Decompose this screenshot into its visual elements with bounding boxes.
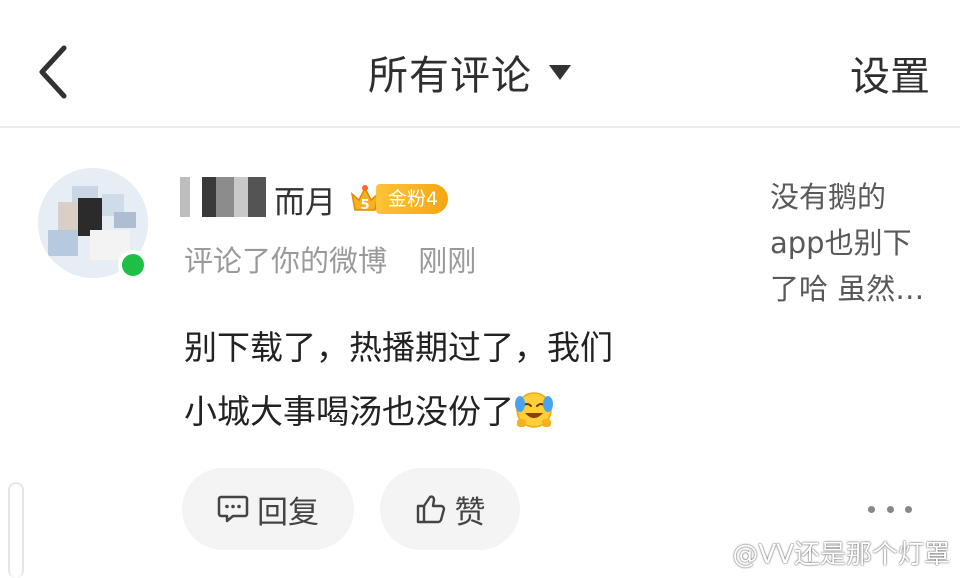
settings-button[interactable]: 设置 [850, 44, 930, 102]
reply-label: 回复 [257, 494, 319, 531]
redacted-name-mosaic [180, 176, 266, 217]
like-label: 赞 [454, 494, 486, 531]
fan-badge-label: 金粉4 [376, 184, 449, 214]
back-arrow-icon [39, 45, 67, 99]
watermark-text: @VV还是那个灯罩 [732, 539, 950, 570]
more-options-button[interactable] [868, 494, 912, 524]
reply-button[interactable]: 回复 [182, 468, 354, 550]
fan-level: 5 [360, 198, 369, 213]
action-text: 评论了你的微博 [184, 244, 388, 278]
username[interactable]: 而月 5 金粉4 [180, 176, 449, 222]
page-title: 所有评论 [368, 53, 532, 99]
comment-filter-dropdown[interactable]: 所有评论 [368, 42, 572, 102]
comment-line-1: 别下载了，热播期过了，我们 [184, 328, 613, 367]
more-icon [868, 505, 875, 513]
username-text: 而月 [180, 176, 336, 222]
thumbs-up-icon [416, 495, 445, 524]
comment-meta: 评论了你的微博 刚刚 [184, 238, 476, 280]
top-bar: 所有评论 设置 [0, 0, 960, 128]
cry-laugh-emoji [515, 392, 553, 428]
like-button[interactable]: 赞 [380, 468, 520, 550]
back-button[interactable] [34, 44, 74, 100]
fan-badge[interactable]: 5 金粉4 [348, 182, 449, 216]
comment-text[interactable]: 别下载了，热播期过了，我们 小城大事喝汤也没份了 [184, 316, 744, 444]
caret-down-icon [549, 65, 571, 80]
timestamp: 刚刚 [418, 244, 477, 278]
comment-line-2-text: 小城大事喝汤也没份了 [184, 392, 514, 431]
comment-line-2: 小城大事喝汤也没份了 [184, 380, 744, 444]
online-status-dot [118, 250, 148, 280]
comment-icon [217, 495, 249, 523]
weibo-logo-icon [690, 540, 724, 567]
watermark: @VV还是那个灯罩 [688, 534, 950, 570]
original-post-preview[interactable]: 没有鹅的app也别下了哈 虽然… [770, 174, 940, 312]
scroll-indicator [8, 482, 24, 578]
